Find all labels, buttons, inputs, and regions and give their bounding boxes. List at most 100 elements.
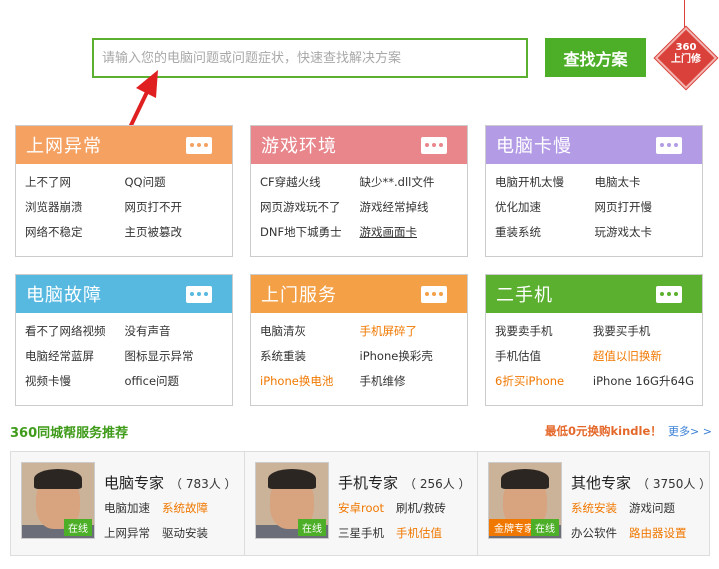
card-link[interactable]: 电脑清灰 [260,323,360,340]
card-header: 电脑故障 [16,275,232,313]
card-title[interactable]: 二手机 [496,281,553,307]
card-links: 看不了网络视频 没有声音 电脑经常蓝屏 图标显示异常 视频卡慢 office问题 [16,313,232,390]
expert-count: （ 783人 ） [170,477,237,491]
card-link[interactable]: 电脑开机太慢 [495,174,595,191]
more-dots-icon[interactable] [186,285,212,303]
card-link[interactable]: 网页打不开 [125,199,225,216]
expert-card[interactable]: 在线 电脑专家 （ 783人 ） 电脑加速 系统故障 上网异常 驱动安装 [21,462,241,547]
card-header: 上门服务 [251,275,467,313]
avatar[interactable]: 在线 [255,462,329,539]
category-card: 游戏环境 CF穿越火线 缺少**.dll文件 网页游戏玩不了 游戏经常掉线 DNF地下城勇… [250,125,468,257]
expert-skill-link[interactable]: 系统故障 [162,500,208,516]
card-links: CF穿越火线 缺少**.dll文件 网页游戏玩不了 游戏经常掉线 DNF地下城勇士 游戏画… [251,164,467,241]
online-badge: 在线 [531,519,559,536]
expert-skill-link[interactable]: 驱动安装 [162,525,208,541]
category-card: 电脑卡慢电脑开机太慢 电脑太卡 优化加速 网页打开慢 重装系统 玩游戏太卡 [485,125,703,257]
expert-skill-link[interactable]: 电脑加速 [104,500,150,516]
card-header: 二手机 [486,275,702,313]
card-link[interactable]: iPhone 16G升64G [593,373,694,390]
card-link[interactable]: QQ问题 [125,174,225,191]
online-badge: 在线 [298,519,326,536]
expert-name[interactable]: 电脑专家 （ 783人 ） [104,472,237,493]
card-link[interactable]: 游戏经常掉线 [360,199,460,216]
expert-skill-link[interactable]: 系统安装 [571,500,617,516]
card-link[interactable]: 电脑太卡 [595,174,695,191]
card-links: 上不了网 QQ问题 浏览器崩溃 网页打不开 网络不稳定 主页被篡改 [16,164,232,241]
card-header: 上网异常 [16,126,232,164]
more-dots-icon[interactable] [421,285,447,303]
card-link[interactable]: 浏览器崩溃 [25,199,125,216]
card-links: 我要卖手机 我要买手机 手机估值 超值以旧换新 6折买iPhone iPhone 16G升… [486,313,702,390]
card-links: 电脑开机太慢 电脑太卡 优化加速 网页打开慢 重装系统 玩游戏太卡 [486,164,702,241]
card-link[interactable]: 网页游戏玩不了 [260,199,360,216]
card-link[interactable]: 我要卖手机 [495,323,593,340]
more-dots-icon[interactable] [421,136,447,154]
card-title[interactable]: 游戏环境 [261,132,337,158]
card-link[interactable]: 没有声音 [125,323,225,340]
expert-title[interactable]: 其他专家 [571,474,631,492]
card-title[interactable]: 上网异常 [26,132,102,158]
expert-skill-link[interactable]: 安卓root [338,500,384,516]
card-link[interactable]: 上不了网 [25,174,125,191]
card-link[interactable]: 手机屏碎了 [360,323,460,340]
experts-panel: 在线 电脑专家 （ 783人 ） 电脑加速 系统故障 上网异常 驱动安装 在线 手机专家 （ 25… [10,451,711,556]
card-link[interactable]: 游戏画面卡 [360,224,460,241]
card-title[interactable]: 电脑卡慢 [496,132,572,158]
recommend-title: 360同城帮服务推荐 [10,426,129,441]
more-dots-icon[interactable] [186,136,212,154]
card-header: 电脑卡慢 [486,126,702,164]
card-link[interactable]: 重装系统 [495,224,595,241]
card-link[interactable]: 主页被篡改 [125,224,225,241]
card-link[interactable]: 我要买手机 [593,323,694,340]
card-link[interactable]: iPhone换电池 [260,373,360,390]
category-card: 上门服务电脑清灰 手机屏碎了 系统重装 iPhone换彩壳 iPhone换电池 手机维修 [250,274,468,406]
card-link[interactable]: 超值以旧换新 [593,348,694,365]
expert-count: （ 256人 ） [404,477,471,491]
expert-skill-link[interactable]: 上网异常 [104,525,150,541]
card-link[interactable]: 优化加速 [495,199,595,216]
more-link[interactable]: 更多> > [668,423,712,439]
expert-name[interactable]: 手机专家 （ 256人 ） [338,472,471,493]
divider [477,452,478,556]
expert-skill-link[interactable]: 三星手机 [338,525,384,541]
card-link[interactable]: 图标显示异常 [125,348,225,365]
category-card: 上网异常上不了网 QQ问题 浏览器崩溃 网页打不开 网络不稳定 主页被篡改 [15,125,233,257]
expert-skill-link[interactable]: 路由器设置 [629,525,687,541]
expert-skill-link[interactable]: 办公软件 [571,525,617,541]
online-badge: 在线 [64,519,92,536]
card-link[interactable]: 视频卡慢 [25,373,125,390]
card-link[interactable]: 手机估值 [495,348,593,365]
card-link[interactable]: office问题 [125,373,225,390]
card-link[interactable]: 手机维修 [360,373,460,390]
expert-skill-link[interactable]: 游戏问题 [629,500,675,516]
expert-card[interactable]: 在线 手机专家 （ 256人 ） 安卓root 刷机/救砖 三星手机 手机估值 [255,462,475,547]
expert-skill-link[interactable]: 手机估值 [396,525,442,541]
expert-name[interactable]: 其他专家 （ 3750人 ） [571,472,711,493]
card-title[interactable]: 上门服务 [261,281,337,307]
card-links: 电脑清灰 手机屏碎了 系统重装 iPhone换彩壳 iPhone换电池 手机维修 [251,313,467,390]
card-link[interactable]: 玩游戏太卡 [595,224,695,241]
card-link[interactable]: CF穿越火线 [260,174,360,191]
expert-card[interactable]: 金牌专家 在线 其他专家 （ 3750人 ） 系统安装 游戏问题 办公软件 路由器设置 [488,462,711,547]
card-title[interactable]: 电脑故障 [26,281,102,307]
more-dots-icon[interactable] [656,136,682,154]
expert-count: （ 3750人 ） [637,477,712,491]
expert-skill-link[interactable]: 刷机/救砖 [396,500,446,516]
card-link[interactable]: 网页打开慢 [595,199,695,216]
card-header: 游戏环境 [251,126,467,164]
card-link[interactable]: 看不了网络视频 [25,323,125,340]
category-card: 电脑故障看不了网络视频 没有声音 电脑经常蓝屏 图标显示异常 视频卡慢 office问题 [15,274,233,406]
card-link[interactable]: 网络不稳定 [25,224,125,241]
more-dots-icon[interactable] [656,285,682,303]
promo-link[interactable]: 最低0元换购kindle！ [545,423,662,439]
avatar[interactable]: 金牌专家 在线 [488,462,562,539]
card-link[interactable]: DNF地下城勇士 [260,224,360,241]
card-link[interactable]: 6折买iPhone [495,373,593,390]
expert-title[interactable]: 手机专家 [338,474,398,492]
expert-title[interactable]: 电脑专家 [104,474,164,492]
card-link[interactable]: 缺少**.dll文件 [360,174,460,191]
card-link[interactable]: iPhone换彩壳 [360,348,460,365]
card-link[interactable]: 电脑经常蓝屏 [25,348,125,365]
avatar[interactable]: 在线 [21,462,95,539]
card-link[interactable]: 系统重装 [260,348,360,365]
